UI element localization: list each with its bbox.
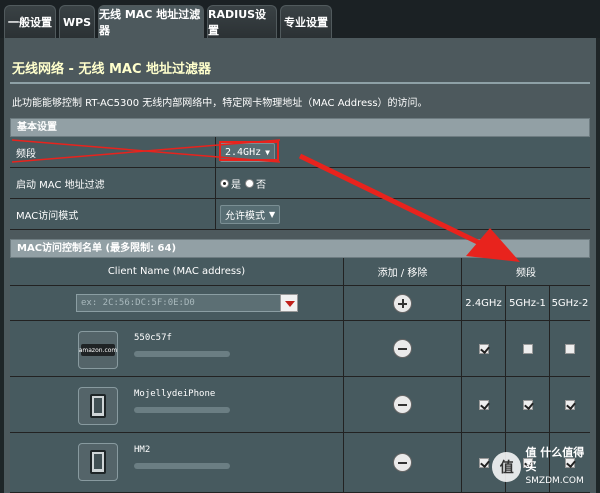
watermark-text: 值 什么值得买 SMZDM.COM	[525, 446, 594, 488]
watermark-sub: SMZDM.COM	[525, 476, 584, 486]
watermark: 值 值 什么值得买 SMZDM.COM	[492, 446, 594, 488]
watermark-logo-icon: 值	[492, 452, 522, 482]
arrow-head	[466, 228, 520, 262]
arrow-shaft	[298, 153, 492, 251]
watermark-main: 值 什么值得买	[525, 446, 585, 473]
annotation-svg	[11, 139, 520, 262]
